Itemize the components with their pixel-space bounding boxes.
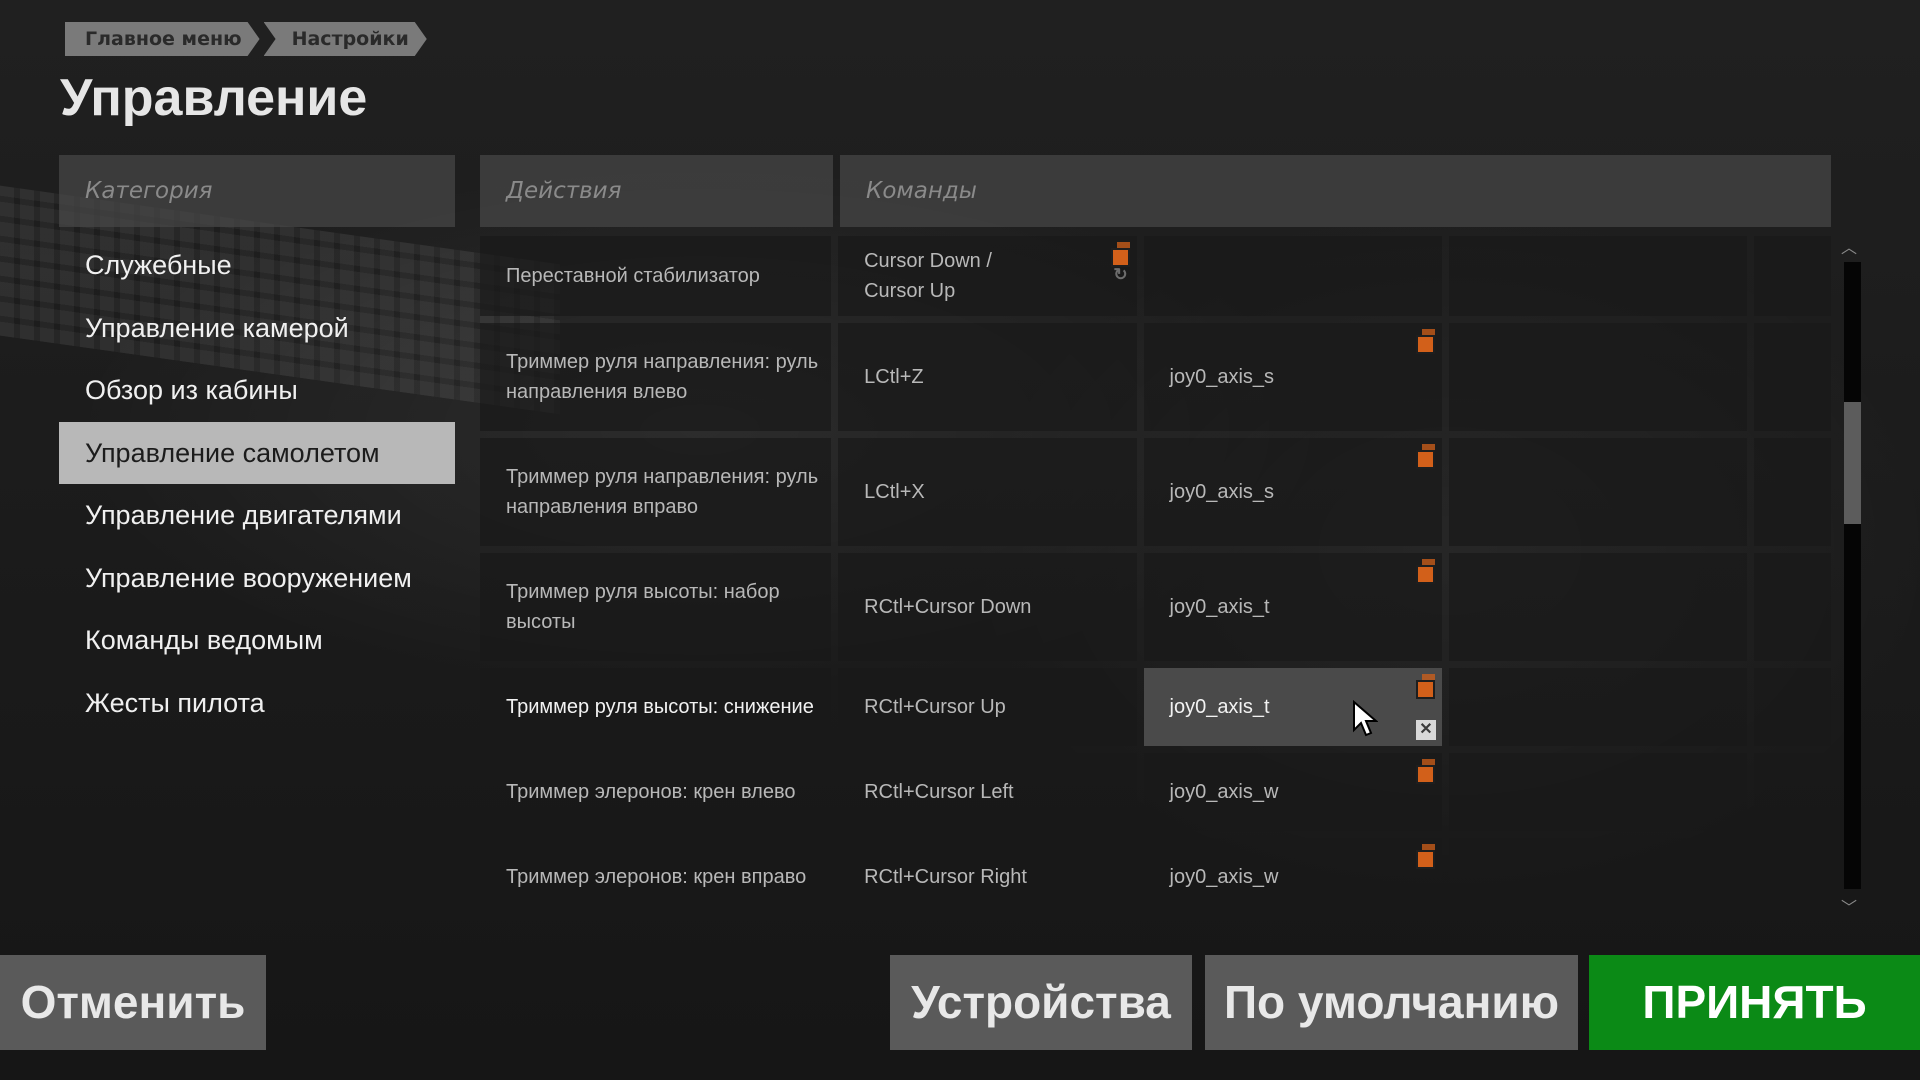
key-binding-text: LCtl+Z: [864, 366, 924, 388]
key-binding-text: RCtl+Cursor Up: [864, 696, 1006, 718]
copy-icon[interactable]: [1415, 444, 1436, 469]
scroll-down-icon[interactable]: ﹀: [1841, 894, 1857, 918]
key-binding-slot[interactable]: [1754, 753, 1832, 831]
category-item-wingman-commands[interactable]: Команды ведомым: [59, 609, 455, 672]
key-binding-text: joy0_axis_s: [1169, 366, 1275, 388]
breadcrumb-main-menu[interactable]: Главное меню: [65, 22, 260, 56]
action-label: Триммер элеронов: крен влево: [480, 753, 832, 831]
key-binding-slot[interactable]: RCtl+Cursor Down: [838, 553, 1137, 661]
key-binding-text: joy0_axis_s: [1169, 481, 1275, 503]
action-label: Триммер руля направления: руль направлен…: [480, 323, 832, 431]
key-binding-text: joy0_axis_w: [1169, 866, 1279, 888]
scrollbar-thumb[interactable]: [1844, 402, 1861, 524]
key-binding-text: RCtl+Cursor Right: [864, 866, 1027, 888]
devices-button[interactable]: Устройства: [890, 955, 1192, 1050]
actions-header: Действия: [480, 155, 833, 227]
key-binding-text: RCtl+Cursor Down: [864, 596, 1032, 618]
key-binding-slot[interactable]: [1143, 236, 1442, 316]
cancel-button[interactable]: Отменить: [0, 955, 266, 1050]
key-binding-slot[interactable]: LCtl+X: [838, 438, 1137, 546]
accept-button[interactable]: ПРИНЯТЬ: [1589, 955, 1920, 1050]
key-binding-slot[interactable]: [1754, 668, 1832, 746]
key-binding-slot[interactable]: [1448, 838, 1748, 916]
key-binding-slot[interactable]: joy0_axis_t: [1143, 553, 1442, 661]
action-label: Триммер руля высоты: снижение: [480, 668, 832, 746]
key-binding-slot[interactable]: Cursor Down / Cursor Up ↻: [838, 236, 1137, 316]
copy-icon[interactable]: [1415, 674, 1436, 699]
action-label: Триммер руля направления: руль направлен…: [480, 438, 832, 546]
key-binding-slot[interactable]: joy0_axis_s: [1143, 323, 1442, 431]
table-row: Триммер элеронов: крен вправо RCtl+Curso…: [480, 838, 1832, 916]
key-binding-slot[interactable]: [1754, 323, 1832, 431]
category-item-camera[interactable]: Управление камерой: [59, 297, 455, 360]
key-binding-slot[interactable]: [1754, 553, 1832, 661]
copy-icon[interactable]: [1415, 844, 1436, 869]
category-list: Служебные Управление камерой Обзор из ка…: [59, 234, 455, 734]
key-binding-slot[interactable]: [1448, 753, 1748, 831]
key-binding-slot[interactable]: joy0_axis_w: [1143, 753, 1442, 831]
table-row: Триммер руля направления: руль направлен…: [480, 438, 1832, 546]
breadcrumb-settings[interactable]: Настройки: [264, 22, 427, 56]
category-item-aircraft-control[interactable]: Управление самолетом: [59, 421, 455, 484]
scrollbar[interactable]: [1844, 262, 1861, 889]
commands-header: Команды: [840, 155, 1831, 227]
breadcrumb: Главное меню Настройки: [65, 22, 441, 56]
category-item-service[interactable]: Служебные: [59, 234, 455, 297]
table-row: Триммер руля высоты: набор высоты RCtl+C…: [480, 553, 1832, 661]
table-row: Триммер руля направления: руль направлен…: [480, 323, 1832, 431]
scroll-up-icon[interactable]: ︿: [1841, 234, 1857, 258]
category-item-engine-control[interactable]: Управление двигателями: [59, 484, 455, 547]
key-binding-slot[interactable]: [1448, 438, 1748, 546]
key-binding-text: LCtl+X: [864, 481, 925, 503]
category-item-weapons-control[interactable]: Управление вооружением: [59, 547, 455, 610]
close-icon[interactable]: ✕: [1415, 720, 1436, 740]
category-item-pilot-gestures[interactable]: Жесты пилота: [59, 672, 455, 735]
key-binding-slot[interactable]: RCtl+Cursor Right: [838, 838, 1137, 916]
copy-icon[interactable]: [1110, 242, 1131, 267]
key-binding-slot[interactable]: LCtl+Z: [838, 323, 1137, 431]
key-binding-slot[interactable]: [1448, 668, 1748, 746]
action-label: Триммер элеронов: крен вправо: [480, 838, 832, 916]
key-binding-text: Cursor Down / Cursor Up: [864, 250, 992, 302]
reset-icon[interactable]: ↻: [1112, 266, 1130, 284]
key-binding-slot[interactable]: joy0_axis_w: [1143, 838, 1442, 916]
key-binding-slot-selected[interactable]: joy0_axis_t ✕: [1143, 668, 1442, 746]
key-binding-slot[interactable]: [1754, 438, 1832, 546]
bindings-table: Переставной стабилизатор Cursor Down / C…: [480, 236, 1832, 923]
table-row: Триммер руля высоты: снижение RCtl+Curso…: [480, 668, 1832, 746]
key-binding-slot[interactable]: RCtl+Cursor Left: [838, 753, 1137, 831]
copy-icon[interactable]: [1415, 329, 1436, 354]
key-binding-text: joy0_axis_t: [1169, 696, 1270, 718]
key-binding-slot[interactable]: [1448, 323, 1748, 431]
table-row: Переставной стабилизатор Cursor Down / C…: [480, 236, 1832, 316]
action-label: Переставной стабилизатор: [480, 236, 832, 316]
key-binding-slot[interactable]: RCtl+Cursor Up: [838, 668, 1137, 746]
page-title: Управление: [60, 69, 368, 127]
table-row: Триммер элеронов: крен влево RCtl+Cursor…: [480, 753, 1832, 831]
default-button[interactable]: По умолчанию: [1205, 955, 1578, 1050]
copy-icon[interactable]: [1415, 559, 1436, 584]
mouse-cursor-icon: [1353, 700, 1378, 737]
key-binding-slot[interactable]: [1448, 236, 1748, 316]
copy-icon[interactable]: [1415, 759, 1436, 784]
category-item-cockpit-view[interactable]: Обзор из кабины: [59, 359, 455, 422]
key-binding-slot[interactable]: [1448, 553, 1748, 661]
category-header: Категория: [59, 155, 455, 227]
key-binding-text: joy0_axis_w: [1169, 781, 1279, 803]
key-binding-text: joy0_axis_t: [1169, 596, 1270, 618]
key-binding-slot[interactable]: [1754, 236, 1832, 316]
key-binding-text: RCtl+Cursor Left: [864, 781, 1014, 803]
key-binding-slot[interactable]: [1754, 838, 1832, 916]
action-label: Триммер руля высоты: набор высоты: [480, 553, 832, 661]
key-binding-slot[interactable]: joy0_axis_s: [1143, 438, 1442, 546]
